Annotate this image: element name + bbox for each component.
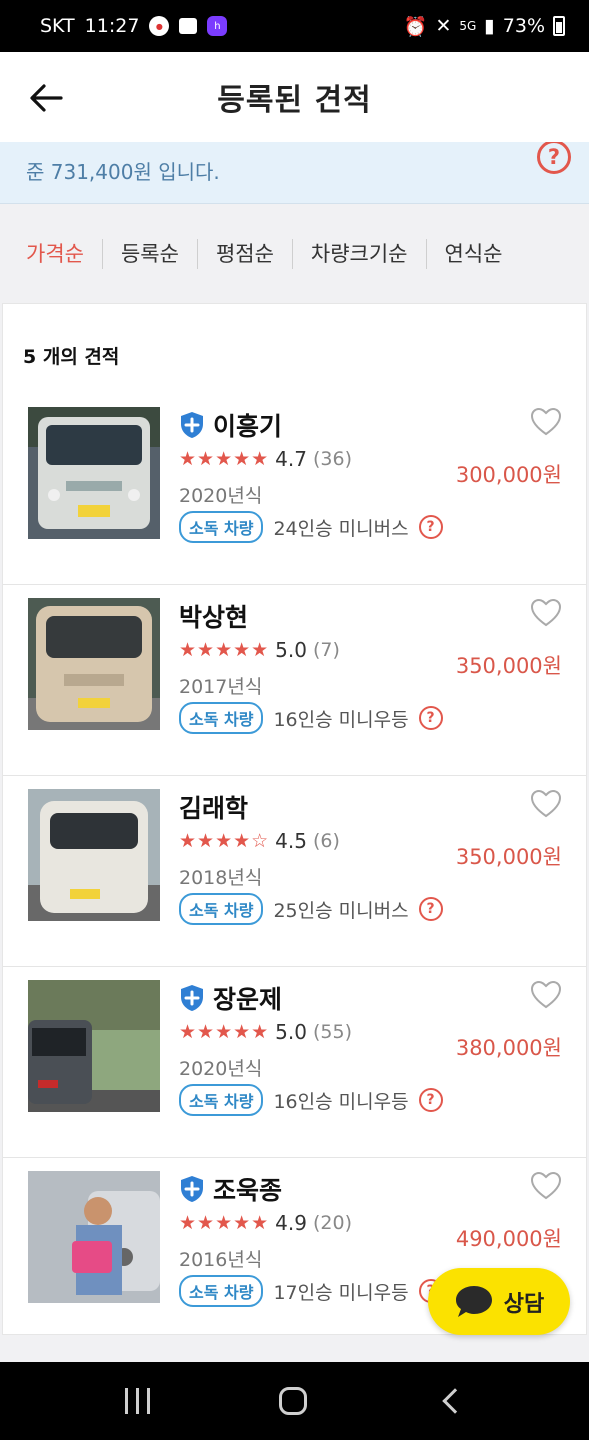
alarm-icon: ⏰ bbox=[403, 15, 428, 38]
gallery-icon bbox=[179, 18, 198, 34]
sort-bar: 가격순 등록순 평점순 차량크기순 연식순 bbox=[0, 205, 589, 303]
back-nav-button[interactable] bbox=[442, 1388, 469, 1414]
rating-score: 5.0 bbox=[275, 1020, 307, 1044]
price-notice-banner: 준 731,400원 입니다. ? bbox=[0, 142, 589, 204]
rating-stars: ★★★★★ bbox=[179, 1212, 270, 1234]
status-bar: SKT 11:27 ● h ⏰ ✕ 5G ▮ 73% bbox=[0, 0, 589, 52]
disinfected-badge: 소독 차량 bbox=[179, 893, 264, 925]
review-count: (36) bbox=[312, 448, 352, 470]
disinfected-badge: 소독 차량 bbox=[179, 702, 264, 734]
rating-score: 4.7 bbox=[275, 447, 307, 471]
system-nav-bar bbox=[0, 1362, 589, 1440]
driver-name: 장운제 bbox=[213, 985, 283, 1014]
battery-icon bbox=[553, 16, 565, 36]
quote-price: 350,000원 bbox=[455, 845, 562, 869]
quote-item[interactable]: 김래학 ★★★★☆ 4.5 (6) 2018년식 소독 차량 25인승 미니버스… bbox=[3, 777, 586, 967]
review-count: (20) bbox=[312, 1212, 352, 1234]
quote-price: 490,000원 bbox=[455, 1227, 562, 1251]
help-icon[interactable]: ? bbox=[418, 706, 443, 730]
rating-stars: ★★★★★ bbox=[179, 448, 270, 470]
driver-name: 박상현 bbox=[179, 603, 249, 632]
sort-registered[interactable]: 등록순 bbox=[101, 239, 197, 269]
rating-stars: ★★★★★ bbox=[179, 639, 270, 661]
vehicle-year: 2016년식 bbox=[179, 1249, 263, 1271]
home-button[interactable] bbox=[278, 1387, 307, 1415]
app-notification-icon: h bbox=[207, 16, 228, 36]
vehicle-photo bbox=[28, 1171, 160, 1303]
sort-year[interactable]: 연식순 bbox=[425, 239, 521, 269]
network-type: 5G bbox=[459, 19, 477, 33]
verified-shield-icon bbox=[181, 985, 203, 1011]
help-icon[interactable]: ? bbox=[537, 142, 571, 174]
rating-score: 4.9 bbox=[275, 1211, 307, 1235]
help-icon[interactable]: ? bbox=[418, 897, 443, 921]
vehicle-year: 2017년식 bbox=[179, 676, 263, 698]
vehicle-photo bbox=[28, 789, 160, 921]
review-count: (6) bbox=[312, 830, 340, 852]
driver-name: 조욱종 bbox=[213, 1176, 283, 1205]
vehicle-year: 2018년식 bbox=[179, 867, 263, 889]
vehicle-photo bbox=[28, 980, 160, 1112]
disinfected-badge: 소독 차량 bbox=[179, 1275, 264, 1307]
arrow-left-icon bbox=[30, 84, 63, 112]
help-icon[interactable]: ? bbox=[418, 1088, 443, 1112]
quote-count: 5 개의 견적 bbox=[23, 346, 120, 368]
quote-price: 300,000원 bbox=[455, 463, 562, 487]
quote-list: 5 개의 견적 이흥기 ★★★★★ 4.7 (36) 2020년식 소독 차량 … bbox=[2, 303, 587, 1335]
driver-name: 이흥기 bbox=[213, 412, 283, 441]
carrier-label: SKT bbox=[40, 15, 75, 37]
quote-price: 350,000원 bbox=[455, 654, 562, 678]
disinfected-badge: 소독 차량 bbox=[179, 1084, 264, 1116]
quote-item[interactable]: 이흥기 ★★★★★ 4.7 (36) 2020년식 소독 차량 24인승 미니버… bbox=[3, 395, 586, 585]
rating-stars: ★★★★★ bbox=[179, 1021, 270, 1043]
rating-stars: ★★★★☆ bbox=[179, 830, 270, 852]
chat-bubble-icon bbox=[455, 1285, 492, 1317]
signal-icon: ▮ bbox=[484, 15, 495, 37]
vehicle-year: 2020년식 bbox=[179, 485, 263, 507]
quote-price: 380,000원 bbox=[455, 1036, 562, 1060]
vehicle-type: 17인승 미니우등 bbox=[273, 1281, 409, 1304]
help-icon[interactable]: ? bbox=[418, 515, 443, 539]
heart-icon[interactable] bbox=[530, 1171, 562, 1201]
clock: 11:27 bbox=[84, 15, 140, 37]
vehicle-photo bbox=[28, 598, 160, 730]
mute-icon: ✕ bbox=[435, 15, 452, 37]
back-button[interactable] bbox=[28, 80, 64, 116]
vehicle-type: 25인승 미니버스 bbox=[273, 899, 409, 922]
heart-icon[interactable] bbox=[530, 789, 562, 819]
recent-apps-button[interactable] bbox=[124, 1388, 150, 1414]
vehicle-type: 16인승 미니우등 bbox=[273, 708, 409, 731]
vehicle-photo bbox=[28, 407, 160, 539]
review-count: (7) bbox=[312, 639, 340, 661]
disinfected-badge: 소독 차량 bbox=[179, 511, 264, 543]
consult-chat-button[interactable]: 상담 bbox=[428, 1268, 570, 1335]
battery-percent: 73% bbox=[502, 15, 545, 37]
sort-price[interactable]: 가격순 bbox=[26, 239, 102, 269]
rating-score: 5.0 bbox=[275, 638, 307, 662]
notice-text: 준 731,400원 입니다. bbox=[26, 160, 220, 184]
quote-item[interactable]: 장운제 ★★★★★ 5.0 (55) 2020년식 소독 차량 16인승 미니우… bbox=[3, 968, 586, 1158]
notification-icon: ● bbox=[149, 16, 170, 36]
verified-shield-icon bbox=[181, 412, 203, 438]
driver-name: 김래학 bbox=[179, 794, 249, 823]
vehicle-type: 16인승 미니우등 bbox=[273, 1090, 409, 1113]
heart-icon[interactable] bbox=[530, 407, 562, 437]
review-count: (55) bbox=[312, 1021, 352, 1043]
verified-shield-icon bbox=[181, 1176, 203, 1202]
heart-icon[interactable] bbox=[530, 980, 562, 1010]
page-title: 등록된 견적 bbox=[217, 83, 372, 118]
sort-rating[interactable]: 평점순 bbox=[196, 239, 292, 269]
sort-vehicle-size[interactable]: 차량크기순 bbox=[291, 239, 426, 269]
app-header: 등록된 견적 bbox=[0, 52, 589, 142]
rating-score: 4.5 bbox=[275, 829, 307, 853]
vehicle-year: 2020년식 bbox=[179, 1058, 263, 1080]
heart-icon[interactable] bbox=[530, 598, 562, 628]
vehicle-type: 24인승 미니버스 bbox=[273, 517, 409, 540]
quote-item[interactable]: 박상현 ★★★★★ 5.0 (7) 2017년식 소독 차량 16인승 미니우등… bbox=[3, 586, 586, 776]
chat-button-label: 상담 bbox=[503, 1291, 545, 1317]
